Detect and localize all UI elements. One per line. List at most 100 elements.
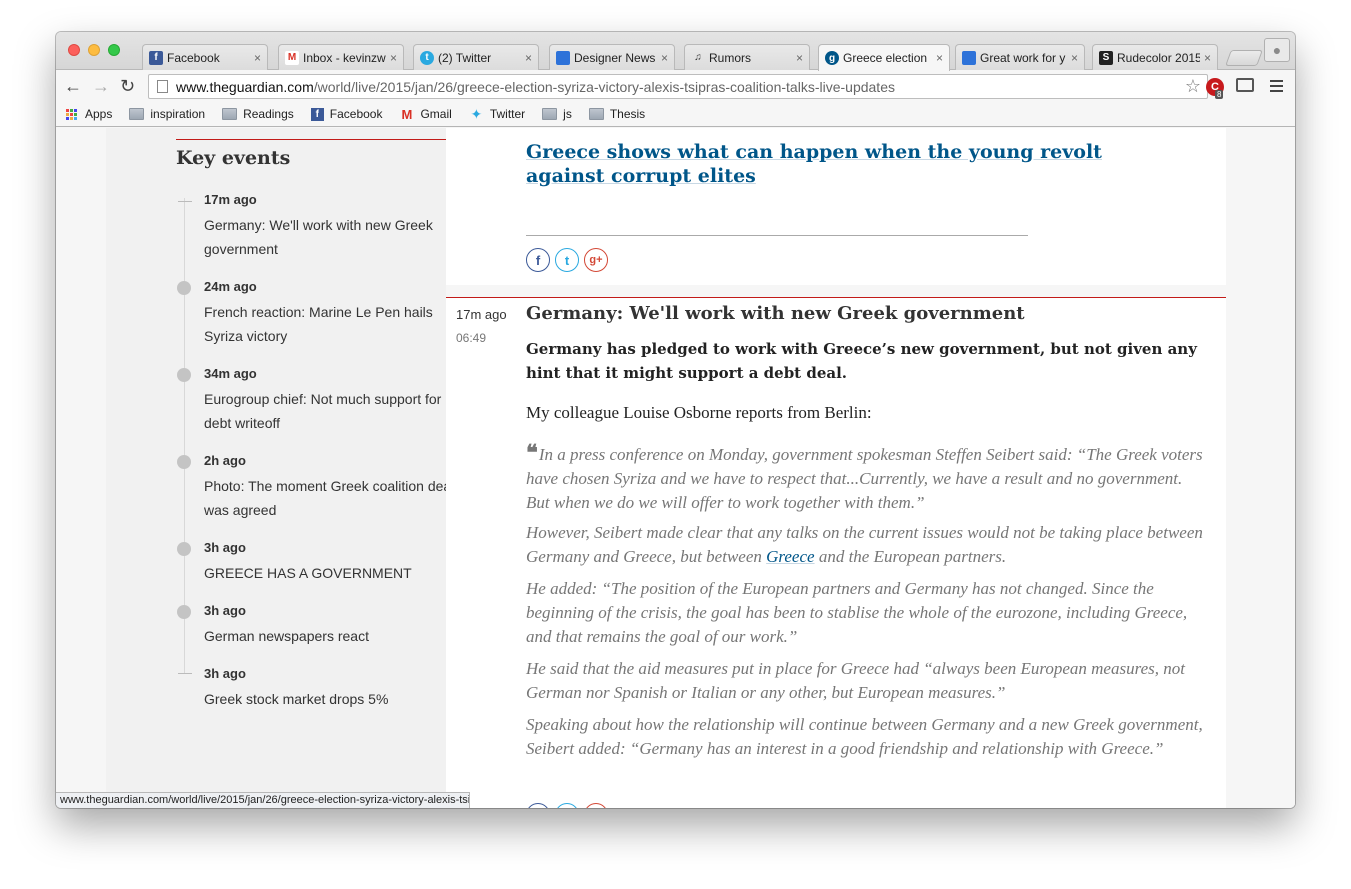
bookmark-inspiration[interactable]: inspiration [129,107,205,121]
gmail-icon: M [401,106,413,122]
twitter-share-icon[interactable]: t [555,803,579,808]
key-event-time: 3h ago [204,540,246,555]
tab-gmail-inbox[interactable]: M Inbox - kevinzw × [278,44,404,70]
key-event-time: 2h ago [204,453,246,468]
twitter-icon: ✦ [470,105,483,122]
google-plus-share-icon[interactable]: g+ [584,803,608,808]
timeline-dash [178,201,192,202]
extension-badge: 8 [1215,90,1224,99]
blockquote-paragraph: He said that the aid measures put in pla… [526,657,1206,705]
bookmark-gmail[interactable]: M Gmail [399,106,452,122]
bookmark-js[interactable]: js [542,107,572,121]
tab-rumors[interactable]: ♫ Rumors × [684,44,810,70]
key-event-item[interactable]: 3h ago Greek stock market drops 5% [204,665,464,711]
tab-close-button[interactable]: × [936,51,943,65]
tab-close-button[interactable]: × [525,51,532,65]
tab-close-button[interactable]: × [1204,51,1211,65]
quote-text: He said that the aid measures put in pla… [526,659,1185,702]
quote-text: In a press conference on Monday, governm… [526,445,1203,512]
post-time-ago[interactable]: 17m ago [456,307,507,322]
bookmarks-bar: Apps inspiration Readings f Facebook M G… [56,102,1295,127]
tab-rudecolor[interactable]: S Rudecolor 2015 × [1092,44,1218,70]
bookmark-label: Gmail [420,107,452,121]
tab-designer-news[interactable]: Designer News × [549,44,675,70]
page-icon [157,80,168,93]
key-event-item[interactable]: 24m ago French reaction: Marine Le Pen h… [204,278,464,348]
facebook-share-icon[interactable]: f [526,803,550,808]
bookmark-star-icon[interactable]: ☆ [1185,76,1201,97]
minimize-window-button[interactable] [88,44,100,56]
tab-title: Great work for y [980,50,1066,65]
reload-button[interactable]: ↻ [120,76,135,96]
key-event-text[interactable]: Photo: The moment Greek coalition deal w… [204,474,464,522]
post-title: Germany: We'll work with new Greek gover… [526,303,1025,324]
google-plus-share-icon[interactable]: g+ [584,248,608,272]
key-event-text[interactable]: Germany: We'll work with new Greek gover… [204,213,464,261]
address-bar[interactable]: www.theguardian.com/world/live/2015/jan/… [148,74,1208,99]
bookmark-thesis[interactable]: Thesis [588,107,645,121]
tab-close-button[interactable]: × [254,51,261,65]
tab-twitter[interactable]: t (2) Twitter × [413,44,539,70]
key-event-item[interactable]: 34m ago Eurogroup chief: Not much suppor… [204,365,464,435]
quote-text: He added: “The position of the European … [526,579,1188,646]
apps-grid-icon [64,108,79,120]
close-window-button[interactable] [68,44,80,56]
key-event-item[interactable]: 3h ago German newspapers react [204,602,464,648]
tab-close-button[interactable]: × [1071,51,1078,65]
bookmark-label: Apps [85,107,113,121]
key-event-item[interactable]: 3h ago GREECE HAS A GOVERNMENT [204,539,464,585]
key-event-item[interactable]: 2h ago Photo: The moment Greek coalition… [204,452,464,522]
back-button[interactable]: ← [64,76,82,96]
tab-great-work[interactable]: Great work for y × [955,44,1085,70]
key-event-text[interactable]: German newspapers react [204,624,464,648]
key-event-text[interactable]: Greek stock market drops 5% [204,687,464,711]
forward-button[interactable]: → [92,76,110,96]
timeline-dot [177,455,191,469]
bookmark-label: inspiration [150,107,206,121]
cast-icon[interactable] [1236,78,1254,92]
tab-close-button[interactable]: × [661,51,668,65]
person-icon: ● [1272,42,1282,58]
key-event-time: 17m ago [204,192,257,207]
timeline-line [184,198,185,674]
tab-greece-election[interactable]: g Greece election × [818,44,950,71]
key-event-time: 24m ago [204,279,257,294]
key-events-title: Key events [176,147,291,169]
blockquote-paragraph: ❝ In a press conference on Monday, govern… [526,441,1206,515]
chrome-menu-icon[interactable] [1270,80,1283,95]
key-event-text[interactable]: GREECE HAS A GOVERNMENT [204,561,464,585]
music-note-icon: ♫ [694,52,702,63]
twitter-share-icon[interactable]: t [555,248,579,272]
tab-title: Greece election [843,51,928,65]
key-events-rule [176,139,476,140]
folder-icon [542,108,558,120]
bookmark-facebook[interactable]: f Facebook [310,107,383,121]
greece-link[interactable]: Greece [766,547,814,566]
bookmark-label: Facebook [329,107,383,121]
bookmark-apps[interactable]: Apps [64,107,112,121]
tab-facebook[interactable]: f Facebook × [142,44,268,70]
key-event-item[interactable]: 17m ago Germany: We'll work with new Gre… [204,191,464,261]
key-event-time: 3h ago [204,603,246,618]
key-event-text[interactable]: Eurogroup chief: Not much support for de… [204,387,464,435]
twitter-icon: t [420,50,434,65]
quote-mark-icon: ❝ [526,440,538,466]
key-event-text[interactable]: French reaction: Marine Le Pen hails Syr… [204,300,464,348]
profile-button[interactable]: ● [1264,38,1290,62]
quote-text: and the European partners. [814,547,1007,566]
tab-close-button[interactable]: × [796,51,803,65]
share-buttons: f t g+ [526,248,608,272]
facebook-icon: f [310,107,324,121]
tab-close-button[interactable]: × [390,51,397,65]
tab-strip: f Facebook × M Inbox - kevinzw × t (2) T… [56,32,1295,71]
post-separator [446,285,1226,297]
bookmark-twitter[interactable]: ✦ Twitter [469,105,525,122]
bookmark-readings[interactable]: Readings [222,107,294,121]
facebook-share-icon[interactable]: f [526,248,550,272]
maximize-window-button[interactable] [108,44,120,56]
gmail-icon: M [285,50,299,65]
post-intro: My colleague Louise Osborne reports from… [526,403,872,422]
tab-title: Inbox - kevinzw [303,50,386,65]
related-article-link[interactable]: Greece shows what can happen when the yo… [526,140,1186,188]
new-tab-button[interactable] [1225,50,1263,66]
